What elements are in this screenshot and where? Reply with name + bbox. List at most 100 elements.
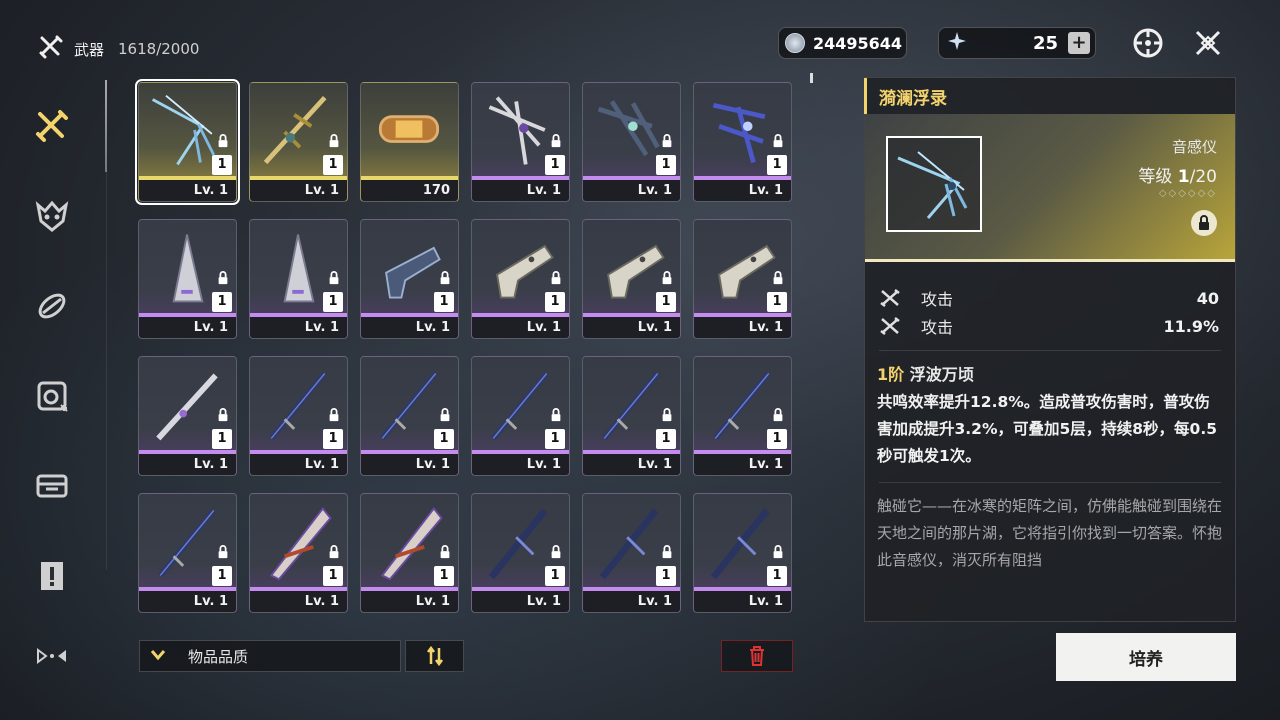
weapon-card[interactable]: 1 Lv. 1 [471, 82, 570, 202]
lock-icon [771, 407, 785, 422]
nav-divider [106, 170, 107, 570]
weapon-thumbnail [886, 136, 982, 232]
item-quantity: 1 [656, 429, 676, 449]
nav-resource[interactable] [24, 458, 80, 514]
item-level: Lv. 1 [694, 454, 791, 475]
weapon-card[interactable]: 1 Lv. 1 [471, 356, 570, 476]
item-level: Lv. 1 [250, 591, 347, 612]
compass-icon[interactable] [1130, 25, 1166, 61]
trash-icon [750, 646, 764, 666]
item-quantity: 1 [656, 292, 676, 312]
item-level: Lv. 1 [472, 591, 569, 612]
delete-button[interactable] [721, 640, 793, 672]
weapon-card[interactable]: 1 Lv. 1 [693, 82, 792, 202]
lock-icon [549, 133, 563, 148]
skill-title: 1阶 浮波万顷 [877, 361, 1223, 385]
weapon-art [378, 115, 440, 143]
item-level: Lv. 1 [361, 591, 458, 612]
nav-synthesis[interactable] [24, 368, 80, 424]
item-quantity: 1 [545, 429, 565, 449]
lock-icon [771, 544, 785, 559]
weapon-card[interactable]: 1 Lv. 1 [138, 356, 237, 476]
nav-quest-item[interactable] [24, 548, 80, 604]
weapon-icon [36, 110, 68, 142]
lock-icon [771, 270, 785, 285]
lock-icon [216, 544, 230, 559]
misc-icon [37, 648, 66, 664]
stat-name: 攻击 [921, 318, 954, 337]
nav-misc[interactable] [24, 628, 80, 684]
lock-icon [438, 544, 452, 559]
item-level: Lv. 1 [694, 591, 791, 612]
item-quantity: 1 [656, 155, 676, 175]
attack-icon [880, 317, 900, 335]
weapon-card[interactable]: 1 Lv. 1 [249, 356, 348, 476]
coin-icon [785, 33, 805, 53]
weapon-card[interactable]: 1 Lv. 1 [360, 219, 459, 339]
weapon-card[interactable]: 170 [360, 82, 459, 202]
lock-icon [771, 133, 785, 148]
weapon-card[interactable]: 1 Lv. 1 [693, 356, 792, 476]
lock-icon [327, 133, 341, 148]
lock-toggle[interactable] [1191, 210, 1217, 236]
nav-weapon[interactable] [24, 98, 80, 154]
item-quantity: 1 [323, 155, 343, 175]
weapon-grid: 1 Lv. 1 1 Lv. 1 170 1 Lv. 1 1 Lv. 1 1 Lv. 1 1 Lv. 1 1… [135, 79, 794, 613]
item-level: Lv. 1 [583, 317, 680, 338]
weapon-card[interactable]: 1 Lv. 1 [249, 493, 348, 613]
item-level: Lv. 1 [583, 591, 680, 612]
weapon-card[interactable]: 1 Lv. 1 [582, 356, 681, 476]
weapon-card[interactable]: 1 Lv. 1 [471, 493, 570, 613]
weapon-card[interactable]: 1 Lv. 1 [135, 79, 240, 205]
item-quantity: 1 [434, 292, 454, 312]
item-level: Lv. 1 [139, 180, 236, 201]
weapon-card[interactable]: 1 Lv. 1 [360, 493, 459, 613]
weapon-card[interactable]: 1 Lv. 1 [249, 82, 348, 202]
item-quantity: 1 [212, 155, 232, 175]
lock-icon [660, 407, 674, 422]
lock-icon [549, 407, 563, 422]
weapon-lore: 触碰它——在冰寒的矩阵之间，仿佛能触碰到围绕在天地之间的那片湖，它将指引你找到一… [877, 497, 1223, 569]
weapon-card[interactable]: 1 Lv. 1 [138, 493, 237, 613]
divider [879, 482, 1221, 483]
weapon-category-icon [38, 34, 64, 64]
sort-order-icon [426, 646, 443, 666]
skill-name: 浮波万顷 [909, 365, 974, 384]
weapon-name: 漪澜浮录 [864, 78, 1235, 114]
cultivate-button[interactable]: 培养 [1056, 633, 1236, 681]
weapon-card[interactable]: 1 Lv. 1 [360, 356, 459, 476]
attack-icon [880, 289, 900, 307]
add-stamina-button[interactable]: + [1068, 32, 1090, 54]
rank-dots: ◇◇◇◇◇◇ [1158, 188, 1217, 199]
weapon-hero: 音感仪 等级 1/20 ◇◇◇◇◇◇ [865, 114, 1235, 262]
weapon-card[interactable]: 1 Lv. 1 [582, 219, 681, 339]
weapon-card[interactable]: 1 Lv. 1 [693, 219, 792, 339]
lock-icon [438, 407, 452, 422]
weapon-card[interactable]: 1 Lv. 1 [693, 493, 792, 613]
close-icon[interactable] [1190, 25, 1226, 61]
divider [879, 350, 1221, 351]
weapon-level: 等级 1/20 [1138, 162, 1217, 187]
weapon-card[interactable]: 1 Lv. 1 [471, 219, 570, 339]
lock-icon [327, 270, 341, 285]
lock-icon [660, 270, 674, 285]
item-quantity: 1 [545, 566, 565, 586]
sort-order-button[interactable] [405, 640, 464, 672]
weapon-card[interactable]: 1 Lv. 1 [582, 82, 681, 202]
item-quantity: 1 [212, 292, 232, 312]
lock-icon [216, 407, 230, 422]
synthesis-icon [37, 381, 68, 412]
item-level: Lv. 1 [139, 591, 236, 612]
weapon-card[interactable]: 1 Lv. 1 [138, 219, 237, 339]
level-label: 等级 [1138, 167, 1173, 187]
nav-upgrade-material[interactable] [24, 278, 80, 334]
sort-dropdown[interactable]: 物品品质 [139, 640, 401, 672]
scrollbar-thumb[interactable] [810, 73, 813, 83]
item-level: Lv. 1 [472, 454, 569, 475]
nav-echo[interactable] [24, 188, 80, 244]
item-level: Lv. 1 [583, 454, 680, 475]
weapon-card[interactable]: 1 Lv. 1 [249, 219, 348, 339]
item-quantity: 1 [767, 155, 787, 175]
weapon-card[interactable]: 1 Lv. 1 [582, 493, 681, 613]
item-quantity: 1 [434, 429, 454, 449]
